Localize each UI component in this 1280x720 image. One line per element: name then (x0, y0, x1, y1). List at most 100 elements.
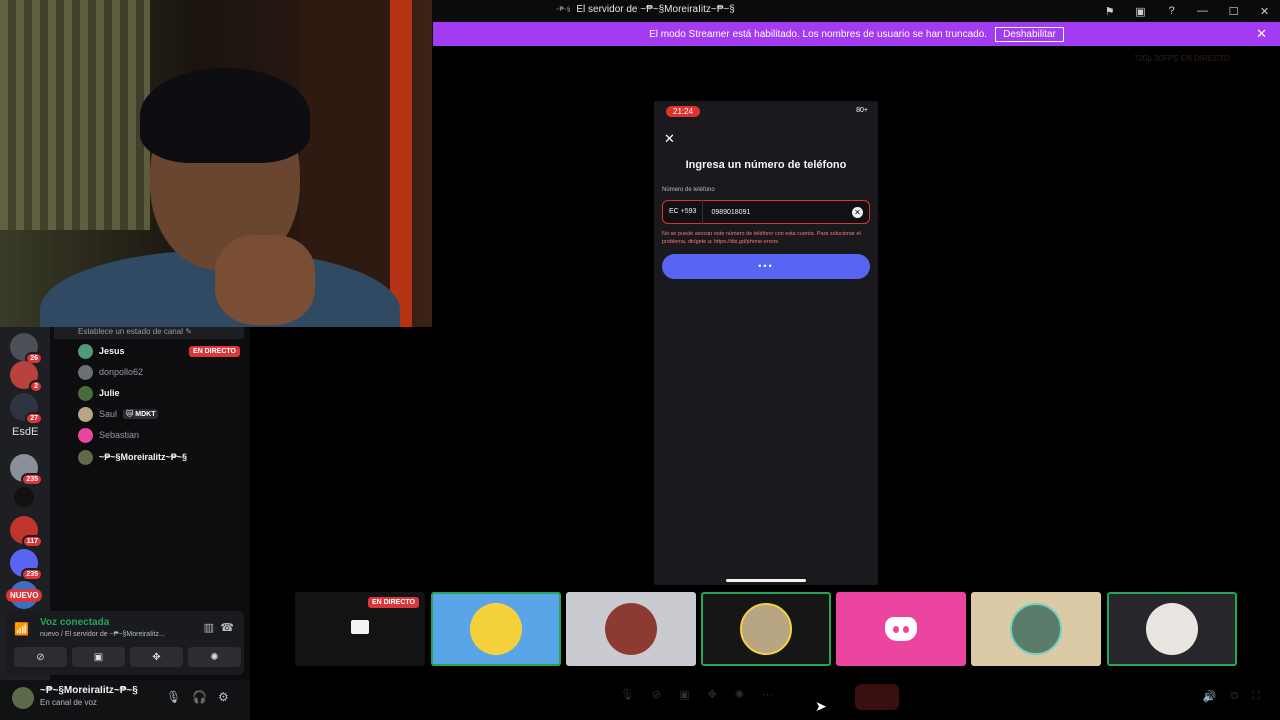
mention-badge: 27 (25, 412, 43, 425)
call-controls: 🎙 ⊘ ▣ ✥ ✺ ⋯ (620, 688, 773, 701)
voice-member[interactable]: Jesus EN DIRECTO (78, 342, 240, 360)
close-icon[interactable]: ✕ (1249, 5, 1280, 18)
user-panel: ~₱~§MoreiraIitz~₱~§ En canal de voz 🎙 🎧 … (0, 680, 250, 720)
stream-quality: 720p 30FPS EN DIRECTO (1134, 54, 1230, 63)
avatar (1146, 603, 1198, 655)
mention-badge: 235 (21, 568, 43, 581)
phone-clock: 21:24 (666, 106, 701, 117)
avatar (740, 603, 792, 655)
screen-share-button[interactable]: ▣ (72, 647, 125, 667)
end-call-button[interactable] (855, 684, 899, 710)
server-icon[interactable]: 2 (10, 361, 43, 393)
screen-share-icon[interactable]: ▣ (679, 688, 689, 701)
camera-icon[interactable]: ⊘ (652, 688, 661, 701)
new-badge: NUEVO (6, 589, 43, 602)
clear-field-icon: ✕ (852, 206, 863, 218)
activities-icon[interactable]: ✥ (708, 688, 717, 701)
phone-close-icon: ✕ (664, 131, 675, 146)
phone-screen-stream[interactable]: 21:24 80+ ✕ Ingresa un número de teléfon… (654, 101, 878, 585)
stream-tile[interactable]: EN DIRECTO (295, 592, 425, 666)
avatar (78, 427, 93, 443)
webcam-overlay (0, 0, 432, 327)
more-options-icon[interactable]: ⋯ (762, 688, 773, 701)
phone-dialog-title: Ingresa un número de teléfono (685, 159, 847, 171)
disconnect-icon[interactable]: ☎ (220, 621, 234, 634)
voice-member[interactable]: ~₱~§MoreiraIitz~₱~§ (78, 448, 240, 466)
settings-gear-icon[interactable]: ⚙ (218, 690, 229, 704)
volume-icon[interactable]: 🔊 (1203, 690, 1217, 703)
discord-logo-icon (885, 617, 917, 641)
screen-icon (351, 620, 369, 634)
server-icon[interactable]: 26 (10, 333, 43, 365)
voice-connected-label[interactable]: Voz conectada (40, 617, 109, 628)
avatar (1010, 603, 1062, 655)
avatar (78, 406, 93, 422)
server-text-icon[interactable]: EsdE (12, 426, 38, 438)
user-status: En canal de voz (40, 698, 97, 707)
banner-text: El modo Streamer está habilitado. Los no… (649, 28, 988, 40)
phone-battery: 80+ (856, 107, 868, 114)
server-icon[interactable]: 117 (10, 516, 43, 548)
soundboard-icon[interactable]: ✺ (735, 688, 744, 701)
server-icon[interactable]: 235 (10, 454, 43, 486)
phone-error-message: No se puede asociar este número de teléf… (662, 231, 861, 245)
server-icon[interactable] (14, 487, 34, 507)
minimize-icon[interactable]: — (1187, 5, 1218, 17)
activities-button[interactable]: ✥ (130, 647, 183, 667)
server-icon[interactable]: 27 (10, 393, 43, 425)
webcam-hair (140, 68, 310, 163)
webcam-hand (215, 235, 315, 325)
voice-member[interactable]: Saul 🐱 MDKT (78, 405, 240, 423)
participant-tile[interactable] (836, 592, 966, 666)
headphones-icon[interactable]: 🎧 (192, 690, 207, 704)
participant-tile[interactable] (971, 592, 1101, 666)
live-badge: EN DIRECTO (367, 597, 419, 608)
voice-connection-panel: 📶 Voz conectada nuevo / El servidor de ~… (6, 611, 244, 675)
avatar (78, 385, 93, 401)
mic-icon[interactable]: 🎙 (620, 688, 634, 701)
avatar[interactable] (12, 687, 34, 709)
window-title: ~₱~§ El servidor de ~₱~§MoreiraIitz~₱~§ (556, 4, 735, 15)
soundboard-button[interactable]: ✺ (188, 647, 241, 667)
avatar (78, 364, 93, 380)
mention-badge: 2 (29, 380, 43, 393)
discord-window: 720p 30FPS EN DIRECTO ~₱~§ El servidor d… (0, 0, 1280, 720)
country-code: EC +593 (663, 200, 704, 224)
maximize-icon[interactable]: ☐ (1218, 5, 1249, 18)
help-icon[interactable]: ? (1156, 5, 1187, 17)
inbox-flag-icon[interactable]: ⚑ (1094, 5, 1125, 18)
participant-tile[interactable] (566, 592, 696, 666)
voice-channel-path[interactable]: nuevo / El servidor de ~₱~§MoreiraIitz..… (40, 631, 165, 638)
voice-member[interactable]: Julie (78, 384, 240, 402)
server-icon[interactable]: 235 (10, 549, 43, 581)
screen-share-icon[interactable]: ▣ (1125, 5, 1156, 18)
voice-member[interactable]: donpollo62 (78, 363, 240, 381)
mic-icon[interactable]: 🎙 (166, 690, 181, 704)
signal-icon[interactable]: 📶 (14, 622, 29, 636)
popout-icon[interactable]: ⧉ (1230, 690, 1238, 703)
avatar (470, 603, 522, 655)
participant-tile[interactable] (431, 592, 561, 666)
fullscreen-icon[interactable]: ⛶ (1252, 690, 1260, 703)
noise-suppression-icon[interactable]: ▥ (204, 621, 214, 634)
camera-off-button[interactable]: ⊘ (14, 647, 67, 667)
username[interactable]: ~₱~§MoreiraIitz~₱~§ (40, 685, 138, 696)
phone-home-indicator (726, 579, 806, 582)
disable-streamer-button[interactable]: Deshabilitar (995, 26, 1064, 42)
avatar (78, 343, 93, 359)
participant-tile[interactable] (701, 592, 831, 666)
avatar (605, 603, 657, 655)
voice-member[interactable]: Sebastian (78, 426, 240, 444)
mention-badge: 117 (21, 535, 43, 548)
participant-tile[interactable] (1107, 592, 1237, 666)
banner-close-icon[interactable]: ✕ (1256, 26, 1267, 42)
webcam-pillar (390, 0, 412, 327)
mouse-cursor-icon: ➤ (815, 698, 827, 714)
member-tag: 🐱 MDKT (123, 409, 159, 419)
avatar (78, 449, 93, 465)
server-mini-icon: ~₱~§ (556, 6, 571, 13)
phone-number-value: 0989018091 (711, 208, 751, 216)
channel-status-hint[interactable]: Establece un estado de canal ✎ (54, 327, 244, 339)
streamer-mode-banner: El modo Streamer está habilitado. Los no… (433, 22, 1280, 46)
phone-number-field: EC +593 0989018091 ✕ (662, 200, 870, 224)
